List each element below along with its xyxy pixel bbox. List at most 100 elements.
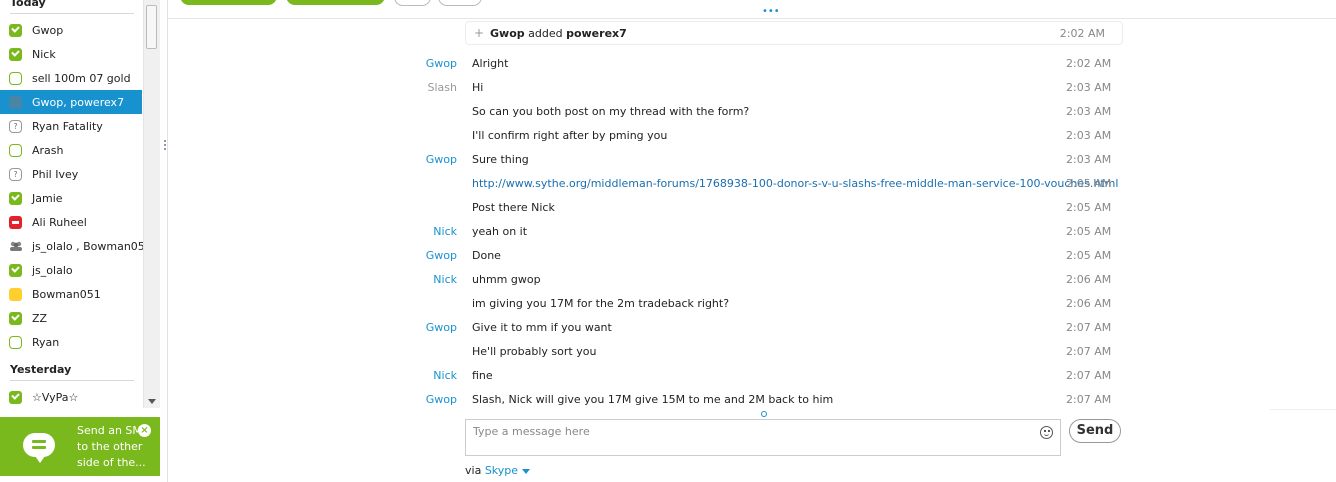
plus-icon: + [474, 26, 485, 40]
contact-name: Ryan Fatality [32, 119, 103, 133]
contact-name: Phil Ivey [32, 167, 79, 181]
message-sender[interactable]: Nick [433, 273, 457, 286]
message-sender[interactable]: Gwop [426, 393, 457, 406]
message-sender[interactable]: Gwop [426, 249, 457, 262]
message-sender[interactable]: Gwop [426, 57, 457, 70]
group-chat-icon [9, 240, 22, 253]
message-sender[interactable]: Gwop [426, 321, 457, 334]
divider [1270, 409, 1336, 410]
message-time: 2:06 AM [1066, 273, 1112, 286]
online-status-icon [9, 263, 22, 277]
contact-nick[interactable]: Nick [0, 42, 142, 66]
contact-bowman051[interactable]: Bowman051 [0, 282, 142, 306]
message-text: Slash, Nick will give you 17M give 15M t… [472, 393, 834, 406]
resize-grip-icon[interactable] [164, 140, 167, 154]
message-text: Sure thing [472, 153, 529, 166]
conversation-header: ••• [168, 0, 1336, 19]
contact-ali-ruheel[interactable]: Ali Ruheel [0, 210, 142, 234]
message-time: 2:05 AM [1066, 201, 1112, 214]
message-row: I'll confirm right after by pming you 2:0… [170, 123, 1170, 147]
section-divider [10, 380, 134, 381]
message-sender[interactable]: Slash [428, 81, 457, 94]
sidebar-scrollbar[interactable] [143, 0, 160, 408]
contact-name: Ryan [32, 335, 60, 349]
via-service[interactable]: Skype [485, 464, 518, 477]
message-input[interactable] [473, 425, 1033, 438]
contact-name: Jamie [32, 191, 63, 205]
contact-js-olalo[interactable]: js_olalo [0, 258, 142, 282]
contact-js-olalo-bowman051[interactable]: js_olalo , Bowman051 [0, 234, 143, 258]
contact-gwop-powerex7[interactable]: Gwop, powerex7 [0, 90, 142, 114]
contact-gwop[interactable]: Gwop [0, 18, 142, 42]
scroll-down-arrow-icon[interactable] [148, 399, 156, 404]
sms-promo-banner[interactable]: Send an SMS to the other side of the... … [0, 417, 160, 476]
contact-ryan-fatality[interactable]: ? Ryan Fatality [0, 114, 142, 138]
section-header-yesterday: Yesterday [10, 363, 72, 376]
contact-name: ☆VyPa☆ [32, 390, 79, 404]
do-not-disturb-icon [9, 215, 22, 229]
group-chat-icon [9, 95, 22, 109]
message-text: yeah on it [472, 225, 528, 238]
message-sender[interactable]: Nick [433, 225, 457, 238]
message-link[interactable]: http://www.sythe.org/middleman-forums/17… [472, 177, 1118, 190]
message-sender[interactable]: Gwop [426, 153, 457, 166]
via-selector[interactable]: via Skype [465, 464, 531, 477]
contact-zz[interactable]: ZZ [0, 306, 142, 330]
message-text: I'll confirm right after by pming you [472, 129, 668, 142]
contact-sell-100m[interactable]: sell 100m 07 gold [0, 66, 142, 90]
contact-name: Arash [32, 143, 64, 157]
contact-vypa[interactable]: ☆VyPa☆ [0, 385, 142, 408]
send-button[interactable]: Send [1069, 419, 1121, 443]
system-message: + Gwop added powerex7 2:02 AM [465, 21, 1123, 45]
message-time: 2:05 AM [1066, 249, 1112, 262]
message-text: Post there Nick [472, 201, 555, 214]
online-status-icon [9, 47, 22, 61]
message-time: 2:06 AM [1066, 297, 1112, 310]
message-composer[interactable] [465, 419, 1061, 456]
system-target: powerex7 [566, 27, 627, 40]
call-button[interactable] [180, 0, 277, 5]
message-row: So can you both post on my thread with t… [170, 99, 1170, 123]
emoticon-icon[interactable] [1040, 426, 1053, 439]
message-time: 2:02 AM [1059, 27, 1105, 40]
message-time: 2:02 AM [1066, 57, 1112, 70]
message-row: Gwop Give it to mm if you want 2:07 AM [170, 315, 1170, 339]
message-time: 2:05 AM [1066, 225, 1112, 238]
contact-name: js_olalo [32, 263, 73, 277]
add-people-button[interactable] [394, 0, 431, 6]
contact-name: sell 100m 07 gold [32, 71, 131, 85]
message-text: Done [472, 249, 501, 262]
contact-arash[interactable]: Arash [0, 138, 142, 162]
message-time: 2:07 AM [1066, 321, 1112, 334]
unknown-status-icon: ? [9, 167, 22, 181]
message-row: Post there Nick 2:05 AM [170, 195, 1170, 219]
contact-ryan[interactable]: Ryan [0, 330, 142, 354]
offline-status-icon [9, 335, 22, 349]
expand-header-icon[interactable]: ••• [762, 6, 780, 17]
online-status-icon [9, 23, 22, 37]
message-text: Alright [472, 57, 509, 70]
contact-phil-ivey[interactable]: ? Phil Ivey [0, 162, 142, 186]
message-row: He'll probably sort you 2:07 AM [170, 339, 1170, 363]
message-row: Slash Hi 2:03 AM [170, 75, 1170, 99]
section-divider [10, 13, 134, 14]
typing-indicator-icon [761, 411, 767, 417]
message-sender[interactable]: Nick [433, 369, 457, 382]
message-time: 2:07 AM [1066, 345, 1112, 358]
pane-divider[interactable] [167, 0, 168, 482]
video-call-button[interactable] [286, 0, 385, 5]
contact-name: js_olalo , Bowman051 [32, 239, 143, 253]
message-text: He'll probably sort you [472, 345, 597, 358]
message-text: im giving you 17M for the 2m tradeback r… [472, 297, 730, 310]
message-row: Nick uhmm gwop 2:06 AM [170, 267, 1170, 291]
more-options-button[interactable] [438, 0, 482, 6]
message-row: Gwop Alright 2:02 AM [170, 51, 1170, 75]
scrollbar-thumb[interactable] [146, 5, 157, 49]
away-status-icon [9, 287, 22, 301]
message-time: 2:05 AM [1066, 177, 1112, 190]
message-text: Give it to mm if you want [472, 321, 612, 334]
contact-jamie[interactable]: Jamie [0, 186, 142, 210]
close-icon[interactable]: × [138, 424, 151, 437]
chevron-down-icon[interactable] [522, 468, 531, 474]
message-row: http://www.sythe.org/middleman-forums/17… [170, 171, 1170, 195]
